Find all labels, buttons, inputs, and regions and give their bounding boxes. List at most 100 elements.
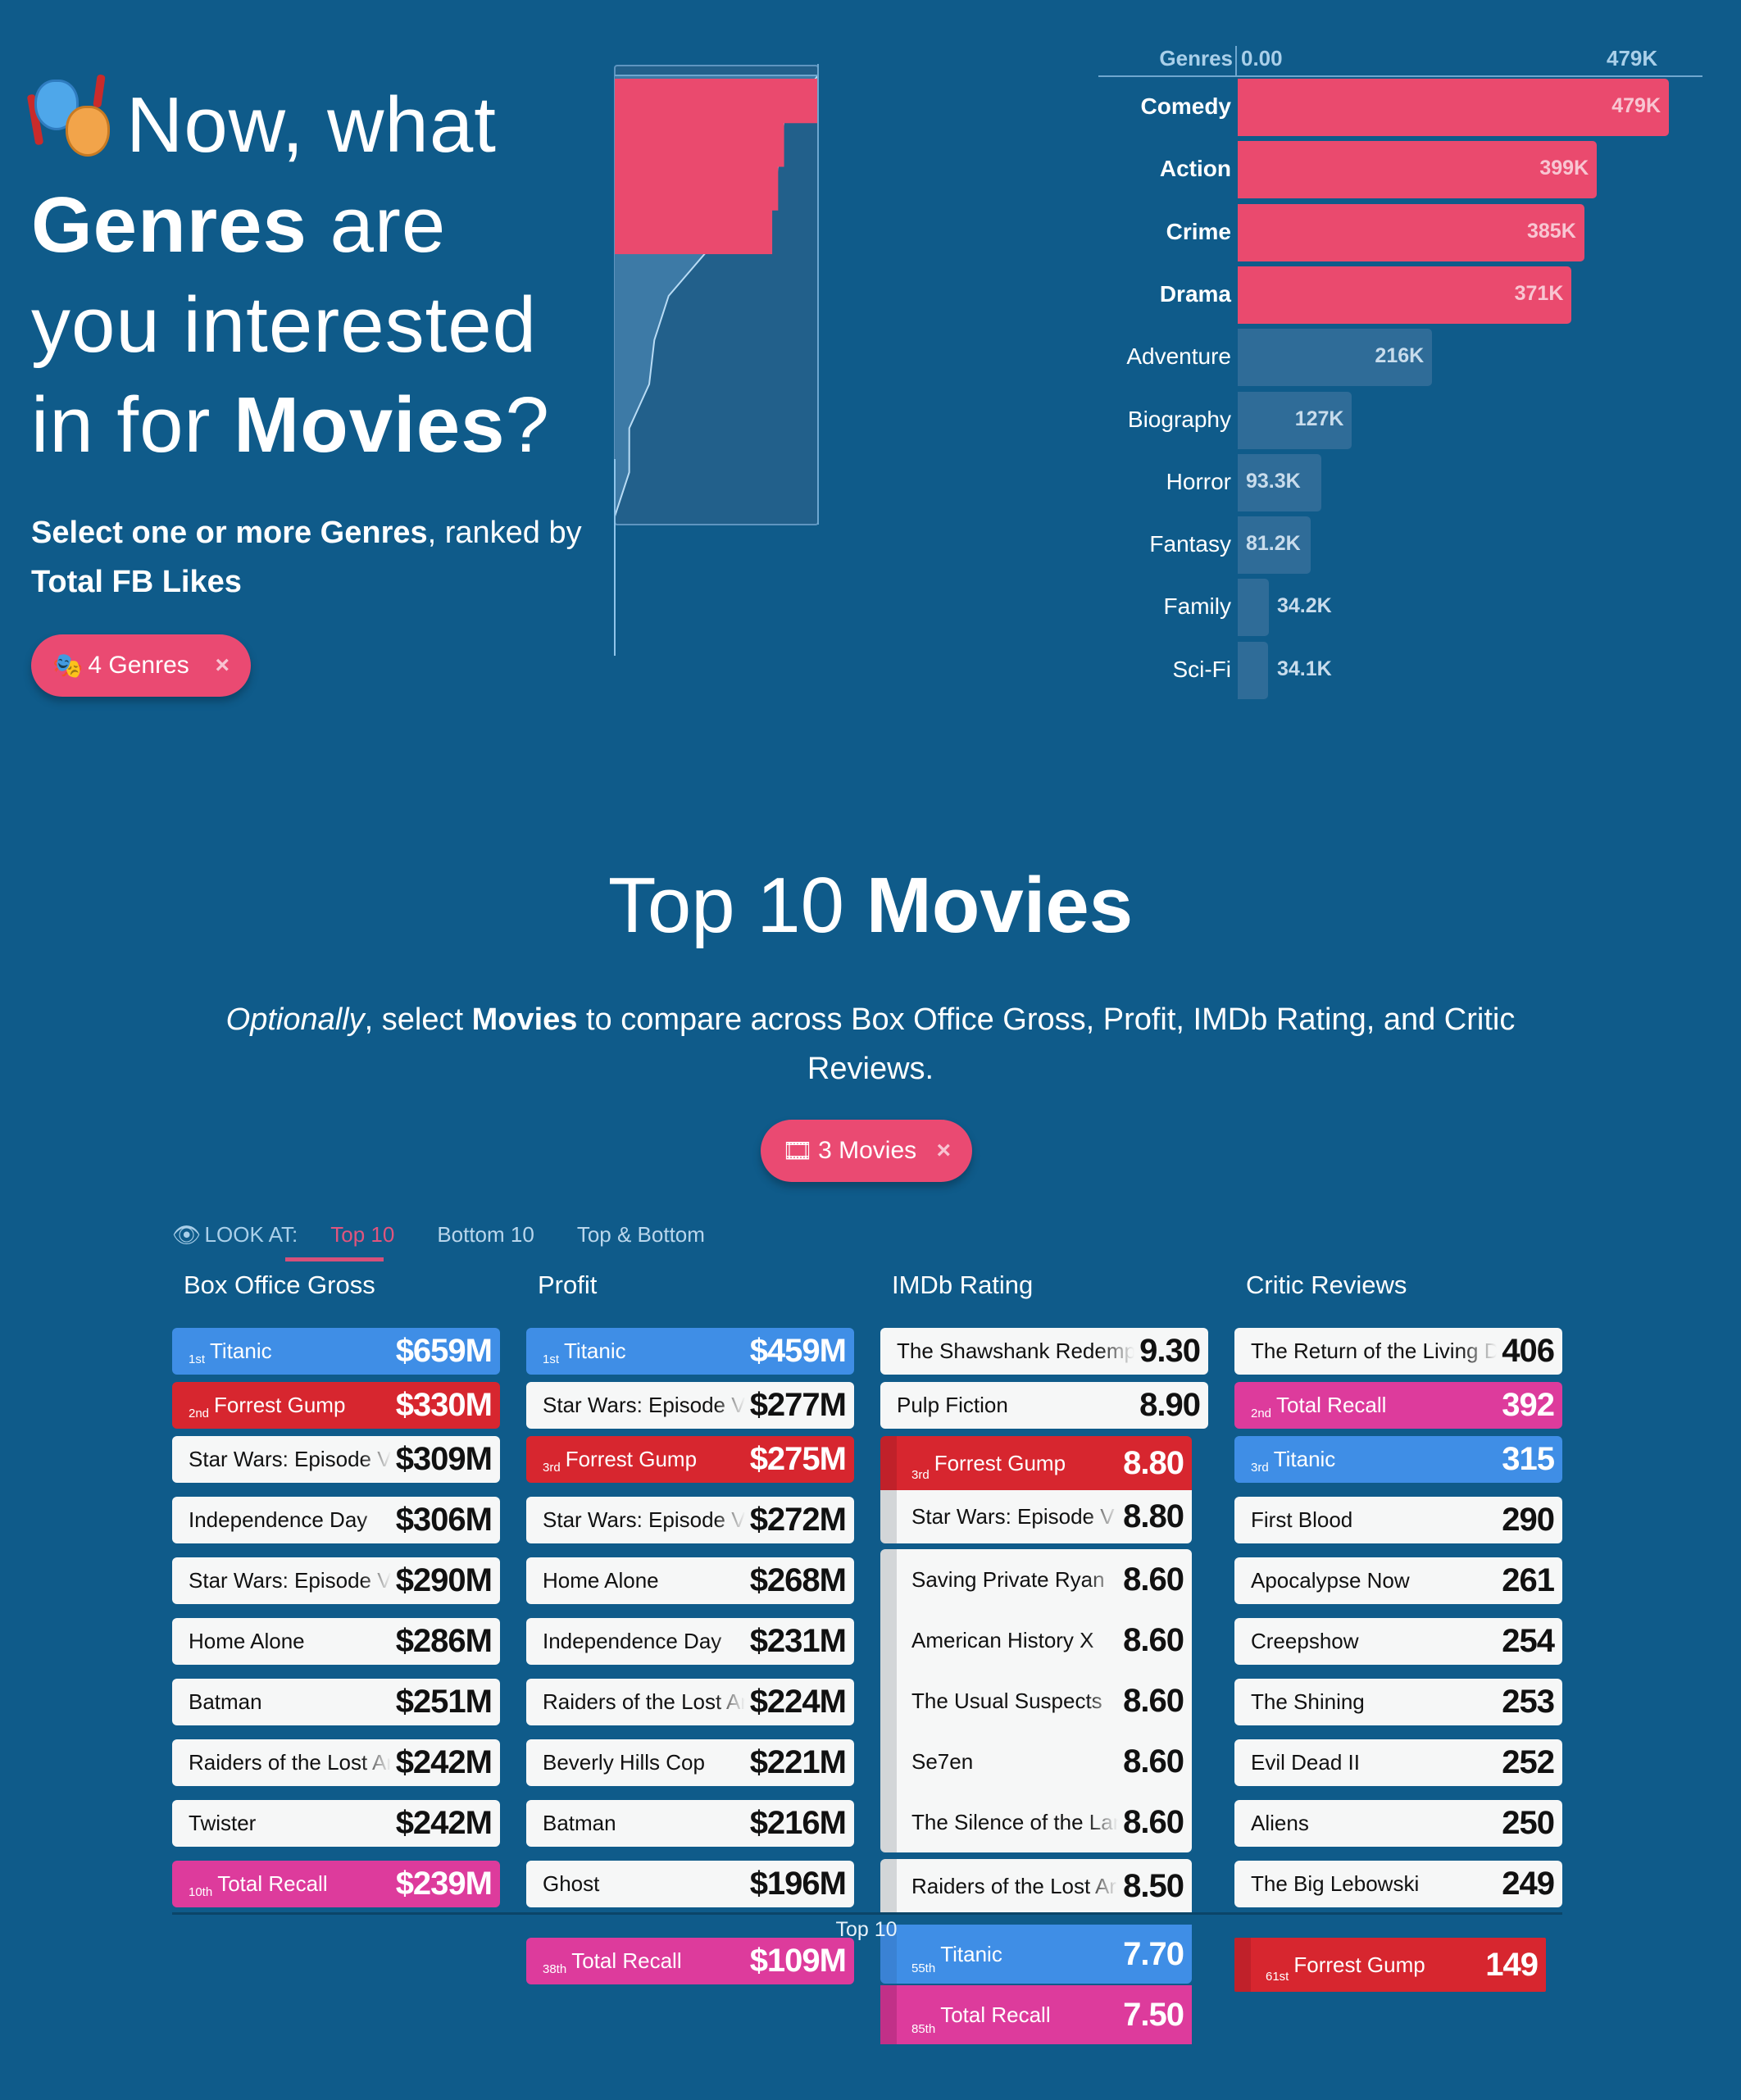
metric-value: $306M <box>395 1502 493 1538</box>
bar-comedy[interactable] <box>1238 79 1669 136</box>
movie-card-creepshow[interactable]: Creepshow 254 <box>1234 1618 1562 1665</box>
movie-card-total-recall[interactable]: 2nd Total Recall 392 <box>1234 1382 1562 1429</box>
movie-card-total-recall[interactable]: 38th Total Recall $109M <box>526 1938 854 1984</box>
bar-label-crime[interactable]: Crime <box>1100 219 1231 245</box>
movie-card-the-shawshank-redemption[interactable]: The Shawshank Redemption9.30 <box>880 1328 1208 1375</box>
movie-card-saving-private-ryan[interactable]: Saving Private Ryan 8.60 <box>880 1549 1192 1610</box>
look-at-label: LOOK AT: <box>204 1221 298 1247</box>
movie-card-forrest-gump[interactable]: 3rd Forrest Gump $275M <box>526 1436 854 1483</box>
bar-family[interactable] <box>1238 579 1269 637</box>
movie-card-titanic[interactable]: 1st Titanic $659M <box>172 1328 500 1375</box>
movie-card-beverly-hills-cop[interactable]: Beverly Hills Cop $221M <box>526 1739 854 1786</box>
title-movies: Movies <box>866 861 1134 949</box>
film-strip-icon: 🎞 <box>782 1137 814 1165</box>
tab-bottom-10[interactable]: Bottom 10 <box>427 1222 544 1248</box>
metric-value: 250 <box>1502 1805 1555 1841</box>
movie-selection-pill[interactable]: 🎞 3 Movies × <box>761 1120 972 1182</box>
bar-sci-fi[interactable] <box>1238 641 1269 699</box>
bar-value-drama: 371K <box>1514 281 1564 305</box>
metric-value: $109M <box>749 1943 847 1979</box>
movie-card-twister[interactable]: Twister $242M <box>172 1800 500 1847</box>
movie-title: Star Wars: Episode VI <box>543 1393 745 1417</box>
bar-label-fantasy[interactable]: Fantasy <box>1100 531 1231 557</box>
metric-value: $309M <box>395 1441 493 1477</box>
genre-selection-pill[interactable]: 🎭 4 Genres × <box>31 634 251 697</box>
movie-card-apocalypse-now[interactable]: Apocalypse Now 261 <box>1234 1557 1562 1604</box>
bar-label-biography[interactable]: Biography <box>1100 407 1231 433</box>
movie-card-independence-day[interactable]: Independence Day $306M <box>172 1497 500 1543</box>
movie-card-ghost[interactable]: Ghost $196M <box>526 1861 854 1907</box>
metric-value: 8.80 <box>1123 1444 1184 1481</box>
genre-overview-brush[interactable] <box>613 64 821 526</box>
movie-card-batman[interactable]: Batman $251M <box>172 1679 500 1725</box>
metric-value: $268M <box>749 1562 847 1598</box>
movie-title: Independence Day <box>189 1507 368 1532</box>
movie-card-the-silence-of-the-lambs[interactable]: The Silence of the Lambs8.60 <box>880 1792 1192 1852</box>
movie-card-pulp-fiction[interactable]: Pulp Fiction 8.90 <box>880 1382 1208 1429</box>
movie-card-first-blood[interactable]: First Blood 290 <box>1234 1497 1562 1543</box>
rank-badge: 2nd <box>1251 1407 1272 1420</box>
movie-title: Total Recall <box>217 1871 328 1896</box>
movie-title: Beverly Hills Cop <box>543 1750 705 1775</box>
movie-card-home-alone[interactable]: Home Alone $286M <box>172 1618 500 1665</box>
movie-card-raiders-of-the-lost-ark[interactable]: Raiders of the Lost Ark $224M <box>526 1679 854 1725</box>
tab-top-and-bottom[interactable]: Top & Bottom <box>567 1222 715 1248</box>
metric-value: $659M <box>395 1333 493 1369</box>
movie-card-star-wars-episode-v[interactable]: Star Wars: Episode V $290M <box>172 1557 500 1604</box>
clear-movies-close-icon[interactable]: × <box>936 1137 951 1165</box>
movie-card-the-shining[interactable]: The Shining 253 <box>1234 1679 1562 1725</box>
movie-card-the-usual-suspects[interactable]: The Usual Suspects 8.60 <box>880 1670 1192 1731</box>
rank-badge: 55th <box>911 1961 936 1975</box>
movie-title: Star Wars: Episode V <box>911 1504 1115 1529</box>
movie-card-star-wars-episode-vi[interactable]: Star Wars: Episode VI $309M <box>172 1436 500 1483</box>
movie-title: Pulp Fiction <box>897 1393 1008 1417</box>
movie-card-star-wars-episode-v[interactable]: Star Wars: Episode V $272M <box>526 1497 854 1543</box>
movie-title: Star Wars: Episode VI <box>189 1447 391 1471</box>
rank-badge: 1st <box>543 1352 560 1366</box>
look-at-tabs: 👁 LOOK AT: Top 10 Bottom 10 Top & Bottom <box>172 1218 715 1251</box>
movie-card-raiders-of-the-lost-ark[interactable]: Raiders of the Lost Ark $242M <box>172 1739 500 1786</box>
column-header-box-office-gross: Box Office Gross <box>184 1270 375 1299</box>
movie-card-forrest-gump[interactable]: 61st Forrest Gump 149 <box>1234 1938 1546 1992</box>
bar-label-sci-fi[interactable]: Sci-Fi <box>1100 657 1231 683</box>
clear-genres-close-icon[interactable]: × <box>215 652 230 680</box>
movie-title: The Silence of the Lambs <box>911 1809 1118 1834</box>
movie-card-star-wars-episode-vi[interactable]: Star Wars: Episode VI $277M <box>526 1382 854 1429</box>
movie-card-independence-day[interactable]: Independence Day $231M <box>526 1618 854 1665</box>
bar-label-horror[interactable]: Horror <box>1100 469 1231 495</box>
movie-card-batman[interactable]: Batman $216M <box>526 1800 854 1847</box>
movie-card-star-wars-episode-v[interactable]: Star Wars: Episode V 8.80 <box>880 1490 1192 1543</box>
movie-card-total-recall[interactable]: 10th Total Recall $239M <box>172 1861 500 1907</box>
movie-card-se7en[interactable]: Se7en 8.60 <box>880 1731 1192 1792</box>
movie-card-forrest-gump[interactable]: 2nd Forrest Gump $330M <box>172 1382 500 1429</box>
heading-line-4: in for <box>31 381 234 469</box>
movie-title: Titanic <box>1273 1447 1336 1471</box>
movie-card-the-big-lebowski[interactable]: The Big Lebowski 249 <box>1234 1861 1562 1907</box>
movie-card-raiders-of-the-lost-ark[interactable]: Raiders of the Lost Ark 8.50 <box>880 1859 1192 1913</box>
movie-card-american-history-x[interactable]: American History X 8.60 <box>880 1610 1192 1670</box>
movie-card-total-recall[interactable]: 85th Total Recall 7.50 <box>880 1985 1192 2044</box>
bar-label-family[interactable]: Family <box>1100 593 1231 620</box>
metric-value: $196M <box>749 1866 847 1902</box>
metric-value: 149 <box>1485 1946 1539 1983</box>
axis-top-line <box>1098 75 1702 77</box>
movie-card-home-alone[interactable]: Home Alone $268M <box>526 1557 854 1604</box>
tab-top-10[interactable]: Top 10 <box>320 1222 404 1248</box>
movie-title: American History X <box>911 1627 1094 1652</box>
bar-label-drama[interactable]: Drama <box>1100 281 1231 307</box>
bar-value-fantasy: 81.2K <box>1246 532 1301 556</box>
movie-card-titanic[interactable]: 3rd Titanic 315 <box>1234 1436 1562 1483</box>
movie-card-the-return-of-the-living-dead[interactable]: The Return of the Living Dead406 <box>1234 1328 1562 1375</box>
bar-label-adventure[interactable]: Adventure <box>1100 343 1231 370</box>
bar-value-sci-fi: 34.1K <box>1277 657 1332 680</box>
movie-title: Forrest Gump <box>934 1450 1066 1475</box>
axis-min-tick: 0.00 <box>1241 46 1283 70</box>
movie-card-forrest-gump[interactable]: 3rd Forrest Gump 8.80 <box>880 1436 1192 1490</box>
metric-value: 315 <box>1502 1441 1555 1477</box>
movie-card-aliens[interactable]: Aliens 250 <box>1234 1800 1562 1847</box>
overview-selected-bar <box>615 209 773 255</box>
movie-card-evil-dead-ii[interactable]: Evil Dead II 252 <box>1234 1739 1562 1786</box>
movie-card-titanic[interactable]: 1st Titanic $459M <box>526 1328 854 1375</box>
bar-label-action[interactable]: Action <box>1100 156 1231 182</box>
bar-label-comedy[interactable]: Comedy <box>1100 93 1231 120</box>
